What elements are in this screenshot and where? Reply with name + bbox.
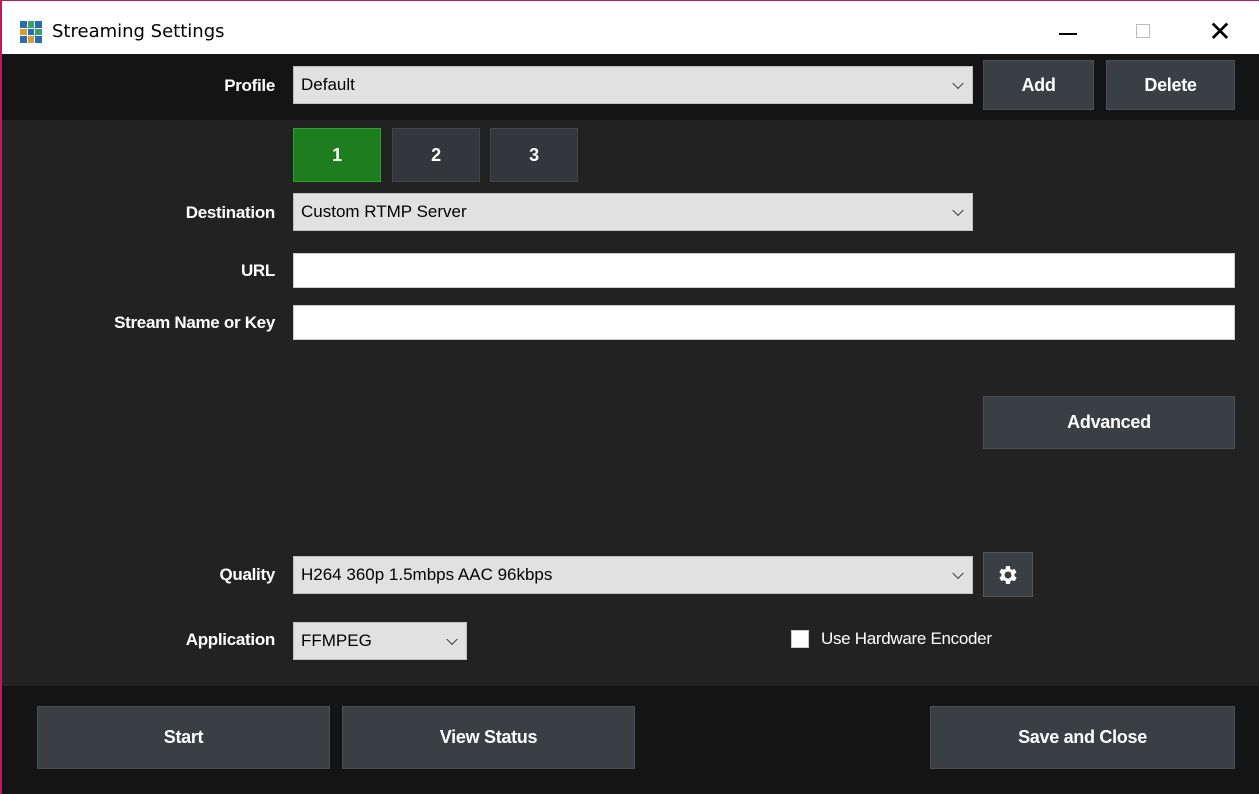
hardware-encoder-checkbox[interactable]	[791, 630, 809, 648]
url-label: URL	[240, 261, 275, 280]
chevron-down-icon	[952, 204, 964, 217]
application-select-value: FFMPEG	[301, 631, 372, 650]
streaming-settings-window: Streaming Settings ✕ Profile Default Add…	[0, 0, 1259, 794]
destination-select-value: Custom RTMP Server	[301, 202, 467, 221]
quality-select-value: H264 360p 1.5mbps AAC 96kbps	[301, 565, 553, 584]
save-and-close-button[interactable]: Save and Close	[930, 706, 1235, 769]
quality-label: Quality	[219, 565, 275, 584]
stream-key-label: Stream Name or Key	[114, 313, 275, 332]
window-title: Streaming Settings	[52, 21, 225, 42]
hardware-encoder-label: Use Hardware Encoder	[821, 629, 992, 648]
application-label: Application	[185, 630, 276, 649]
destination-label: Destination	[185, 203, 276, 222]
quality-select[interactable]: H264 360p 1.5mbps AAC 96kbps	[293, 556, 973, 594]
tab-3[interactable]: 3	[490, 128, 578, 182]
application-select[interactable]: FFMPEG	[293, 622, 467, 660]
view-status-button[interactable]: View Status	[342, 706, 635, 769]
profile-select[interactable]: Default	[293, 66, 973, 104]
minimize-button[interactable]	[1048, 11, 1088, 51]
gear-icon	[999, 565, 1017, 584]
maximize-button[interactable]	[1123, 11, 1163, 51]
quality-settings-button[interactable]	[983, 552, 1033, 597]
url-input[interactable]	[293, 253, 1235, 288]
delete-profile-button[interactable]: Delete	[1106, 60, 1235, 110]
chevron-down-icon	[446, 633, 458, 646]
app-icon	[20, 21, 42, 43]
start-button[interactable]: Start	[37, 706, 330, 769]
close-button[interactable]: ✕	[1200, 11, 1240, 51]
profile-select-value: Default	[301, 75, 355, 94]
minimize-icon	[1059, 33, 1077, 35]
title-bar[interactable]: Streaming Settings ✕	[2, 0, 1259, 54]
close-icon: ✕	[1208, 15, 1232, 47]
stream-key-input[interactable]	[293, 305, 1235, 340]
chevron-down-icon	[952, 567, 964, 580]
tab-1[interactable]: 1	[293, 128, 381, 182]
maximize-icon	[1136, 24, 1150, 38]
profile-label: Profile	[224, 76, 275, 95]
add-profile-button[interactable]: Add	[983, 60, 1094, 110]
destination-select[interactable]: Custom RTMP Server	[293, 193, 973, 231]
hardware-encoder-toggle[interactable]: Use Hardware Encoder	[791, 628, 992, 650]
chevron-down-icon	[952, 77, 964, 90]
tab-2[interactable]: 2	[392, 128, 480, 182]
advanced-button[interactable]: Advanced	[983, 396, 1235, 449]
